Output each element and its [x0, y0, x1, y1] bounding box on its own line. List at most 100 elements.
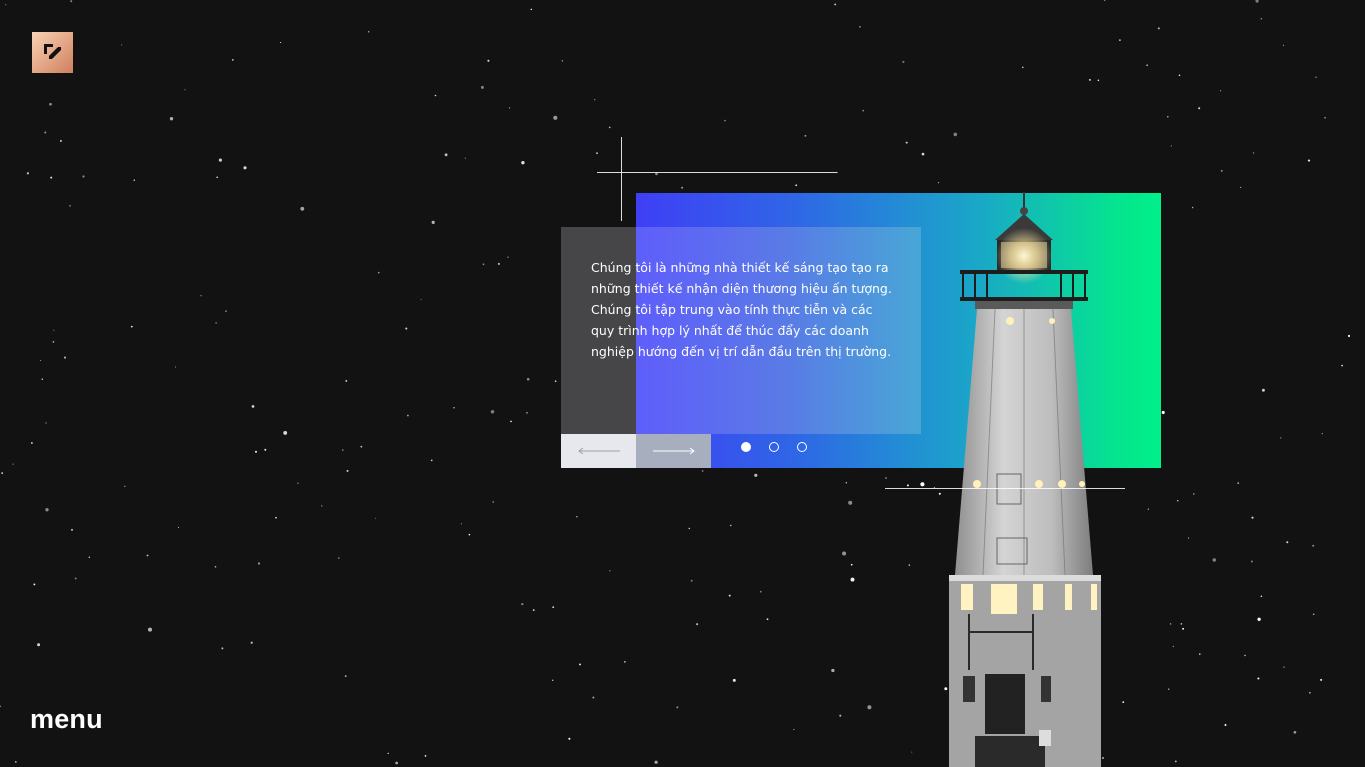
- slider-dot-3[interactable]: [797, 442, 807, 452]
- star: [532, 609, 535, 612]
- star: [468, 533, 471, 536]
- star: [377, 271, 380, 274]
- star: [1174, 760, 1177, 763]
- star: [1161, 410, 1165, 415]
- star: [283, 430, 288, 435]
- star: [594, 99, 596, 101]
- slider-dot-1[interactable]: [741, 442, 751, 452]
- star: [1199, 653, 1201, 655]
- star: [121, 44, 123, 46]
- star: [231, 59, 234, 61]
- star: [521, 603, 524, 606]
- slider-dot-2[interactable]: [769, 442, 779, 452]
- star: [526, 377, 530, 381]
- star: [1097, 79, 1100, 82]
- star: [70, 0, 73, 3]
- star: [859, 26, 861, 28]
- star: [1255, 0, 1259, 3]
- star: [490, 409, 495, 414]
- star: [831, 668, 835, 673]
- slider-next-button[interactable]: [636, 434, 711, 468]
- star: [1178, 74, 1181, 77]
- star: [937, 181, 940, 184]
- star: [1170, 145, 1172, 147]
- star: [848, 500, 853, 505]
- slider-prev-button[interactable]: [561, 434, 636, 468]
- intro-text: Chúng tôi là những nhà thiết kế sáng tạo…: [591, 260, 892, 359]
- star: [1315, 76, 1317, 78]
- star: [321, 505, 323, 507]
- star: [553, 115, 558, 120]
- star: [497, 262, 500, 265]
- star: [1250, 560, 1253, 563]
- star: [696, 623, 699, 626]
- star: [1283, 666, 1285, 668]
- star: [69, 204, 71, 207]
- star: [793, 728, 795, 731]
- star: [654, 760, 658, 764]
- star: [867, 705, 872, 710]
- arrow-left-icon: [577, 447, 620, 455]
- star: [724, 119, 726, 122]
- star: [280, 42, 282, 44]
- star: [1307, 159, 1311, 162]
- star: [795, 184, 798, 187]
- star: [1177, 500, 1179, 502]
- star: [1341, 364, 1343, 367]
- star: [169, 117, 174, 121]
- decor-line-horizontal-top: [597, 172, 837, 173]
- star: [82, 175, 85, 178]
- star: [1212, 558, 1217, 562]
- star: [906, 484, 909, 487]
- star: [804, 134, 807, 137]
- star: [444, 153, 448, 157]
- star: [257, 562, 261, 565]
- star: [37, 643, 41, 647]
- decor-line-horizontal-bottom: [885, 488, 1125, 489]
- star: [1088, 78, 1091, 81]
- star: [480, 85, 484, 89]
- star: [920, 482, 925, 487]
- star: [1169, 623, 1172, 625]
- brand-logo[interactable]: [32, 32, 73, 73]
- star: [184, 89, 186, 91]
- star: [701, 470, 704, 472]
- star: [1286, 541, 1289, 544]
- menu-button[interactable]: menu: [30, 704, 103, 735]
- star: [1172, 645, 1174, 648]
- star: [431, 220, 435, 224]
- star: [387, 752, 389, 755]
- star: [342, 449, 344, 451]
- star: [243, 166, 247, 170]
- star: [464, 157, 466, 159]
- star: [1309, 691, 1311, 694]
- star: [845, 482, 847, 484]
- star: [1240, 186, 1242, 188]
- star: [367, 31, 370, 33]
- star: [1261, 388, 1265, 392]
- star: [482, 263, 485, 266]
- star: [1193, 493, 1195, 495]
- star: [1260, 595, 1263, 598]
- star: [45, 508, 49, 512]
- star: [568, 737, 571, 740]
- star: [579, 663, 581, 666]
- star: [71, 528, 73, 531]
- star: [434, 94, 437, 97]
- star: [420, 298, 422, 300]
- arrow-right-icon: [652, 447, 695, 455]
- star: [1220, 169, 1223, 172]
- star: [1251, 516, 1254, 519]
- star: [59, 139, 62, 142]
- star: [1188, 537, 1190, 539]
- star: [453, 407, 455, 409]
- star: [26, 172, 29, 175]
- star: [1022, 66, 1024, 69]
- star: [124, 485, 126, 488]
- star: [1257, 617, 1261, 622]
- star: [177, 527, 180, 529]
- star: [33, 583, 36, 586]
- star: [221, 647, 224, 650]
- star: [688, 527, 691, 530]
- star: [430, 459, 433, 462]
